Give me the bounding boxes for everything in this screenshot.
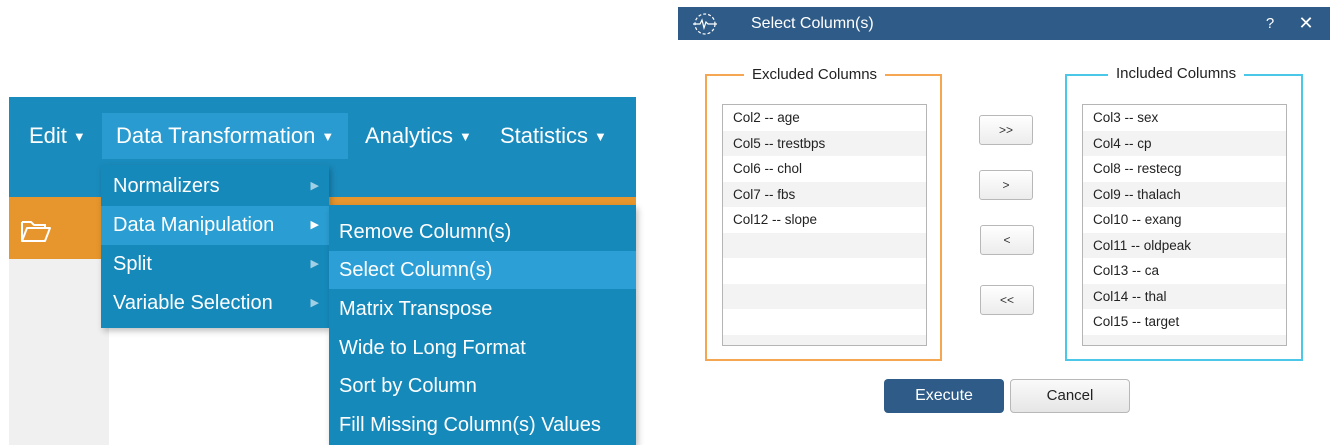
menu-data-transformation[interactable]: Data Transformation ▼ [102, 113, 349, 159]
list-item[interactable]: Col4 -- cp [1083, 130, 1286, 156]
submenu-item-data-manipulation[interactable]: Data Manipulation ▶ [101, 206, 329, 245]
included-columns-list[interactable]: Col3 -- sex Col4 -- cp Col8 -- restecg C… [1082, 104, 1287, 346]
list-item-empty [723, 258, 926, 284]
menu-item-fill-missing[interactable]: Fill Missing Column(s) Values [329, 406, 636, 444]
submenu-item-label: Variable Selection [113, 292, 273, 314]
data-manipulation-submenu: Remove Column(s) Select Column(s) Matrix… [329, 205, 636, 445]
menu-analytics-label: Analytics [365, 123, 454, 148]
execute-button[interactable]: Execute [884, 379, 1004, 413]
list-item[interactable]: Col14 -- thal [1083, 283, 1286, 309]
help-button[interactable]: ? [1262, 7, 1278, 40]
submenu-item-label: Data Manipulation [113, 214, 275, 236]
submenu-item-split[interactable]: Split ▶ [101, 245, 329, 284]
menu-edit[interactable]: Edit ▼ [29, 97, 86, 159]
submenu-item-variable-selection[interactable]: Variable Selection ▶ [101, 284, 329, 323]
list-item-empty [723, 283, 926, 309]
submenu-item-normalizers[interactable]: Normalizers ▶ [101, 167, 329, 206]
menu-item-select-columns[interactable]: Select Column(s) [329, 251, 636, 289]
caret-down-icon: ▼ [594, 129, 607, 144]
move-all-left-button[interactable]: << [980, 285, 1034, 315]
menu-statistics[interactable]: Statistics ▼ [500, 97, 607, 159]
list-item-empty [1083, 334, 1286, 345]
caret-down-icon: ▼ [72, 129, 86, 144]
move-left-button[interactable]: < [980, 225, 1034, 255]
list-item-empty [723, 309, 926, 335]
list-item[interactable]: Col11 -- oldpeak [1083, 232, 1286, 258]
folder-open-icon[interactable] [20, 218, 52, 244]
list-item[interactable]: Col7 -- fbs [723, 181, 926, 207]
close-icon[interactable]: ✕ [1296, 7, 1316, 40]
submenu-item-label: Normalizers [113, 175, 220, 197]
caret-down-icon: ▼ [459, 129, 472, 144]
move-all-right-button[interactable]: >> [979, 115, 1033, 145]
list-item[interactable]: Col10 -- exang [1083, 207, 1286, 233]
app-logo-icon [693, 13, 717, 35]
caret-down-icon: ▼ [321, 129, 335, 144]
menu-item-sort-by-column[interactable]: Sort by Column [329, 367, 636, 405]
list-item[interactable]: Col9 -- thalach [1083, 181, 1286, 207]
menu-analytics[interactable]: Analytics ▼ [365, 97, 472, 159]
menu-edit-label: Edit [29, 123, 67, 148]
excluded-columns-list[interactable]: Col2 -- age Col5 -- trestbps Col6 -- cho… [722, 104, 927, 346]
cancel-button[interactable]: Cancel [1010, 379, 1130, 413]
data-transformation-submenu: Normalizers ▶ Data Manipulation ▶ Split … [101, 165, 329, 328]
submenu-item-label: Split [113, 253, 152, 275]
menu-statistics-label: Statistics [500, 123, 589, 148]
excluded-columns-legend: Excluded Columns [744, 65, 886, 85]
list-item[interactable]: Col6 -- chol [723, 156, 926, 182]
chevron-right-icon: ▶ [310, 219, 319, 231]
list-item-empty [723, 232, 926, 258]
menu-data-transformation-label: Data Transformation [116, 123, 316, 148]
move-right-button[interactable]: > [979, 170, 1033, 200]
included-columns-legend: Included Columns [1108, 64, 1245, 84]
list-item[interactable]: Col12 -- slope [723, 207, 926, 233]
list-item[interactable]: Col3 -- sex [1083, 105, 1286, 131]
chevron-right-icon: ▶ [310, 297, 319, 309]
menu-item-wide-to-long[interactable]: Wide to Long Format [329, 329, 636, 367]
list-item[interactable]: Col8 -- restecg [1083, 156, 1286, 182]
menu-item-matrix-transpose[interactable]: Matrix Transpose [329, 290, 636, 328]
chevron-right-icon: ▶ [310, 180, 319, 192]
list-item[interactable]: Col13 -- ca [1083, 258, 1286, 284]
dialog-title: Select Column(s) [751, 15, 874, 32]
menu-item-remove-columns[interactable]: Remove Column(s) [329, 213, 636, 251]
workspace-area [9, 259, 109, 445]
list-item-empty [723, 334, 926, 345]
list-item[interactable]: Col5 -- trestbps [723, 130, 926, 156]
chevron-right-icon: ▶ [310, 258, 319, 270]
list-item[interactable]: Col15 -- target [1083, 309, 1286, 335]
list-item[interactable]: Col2 -- age [723, 105, 926, 131]
